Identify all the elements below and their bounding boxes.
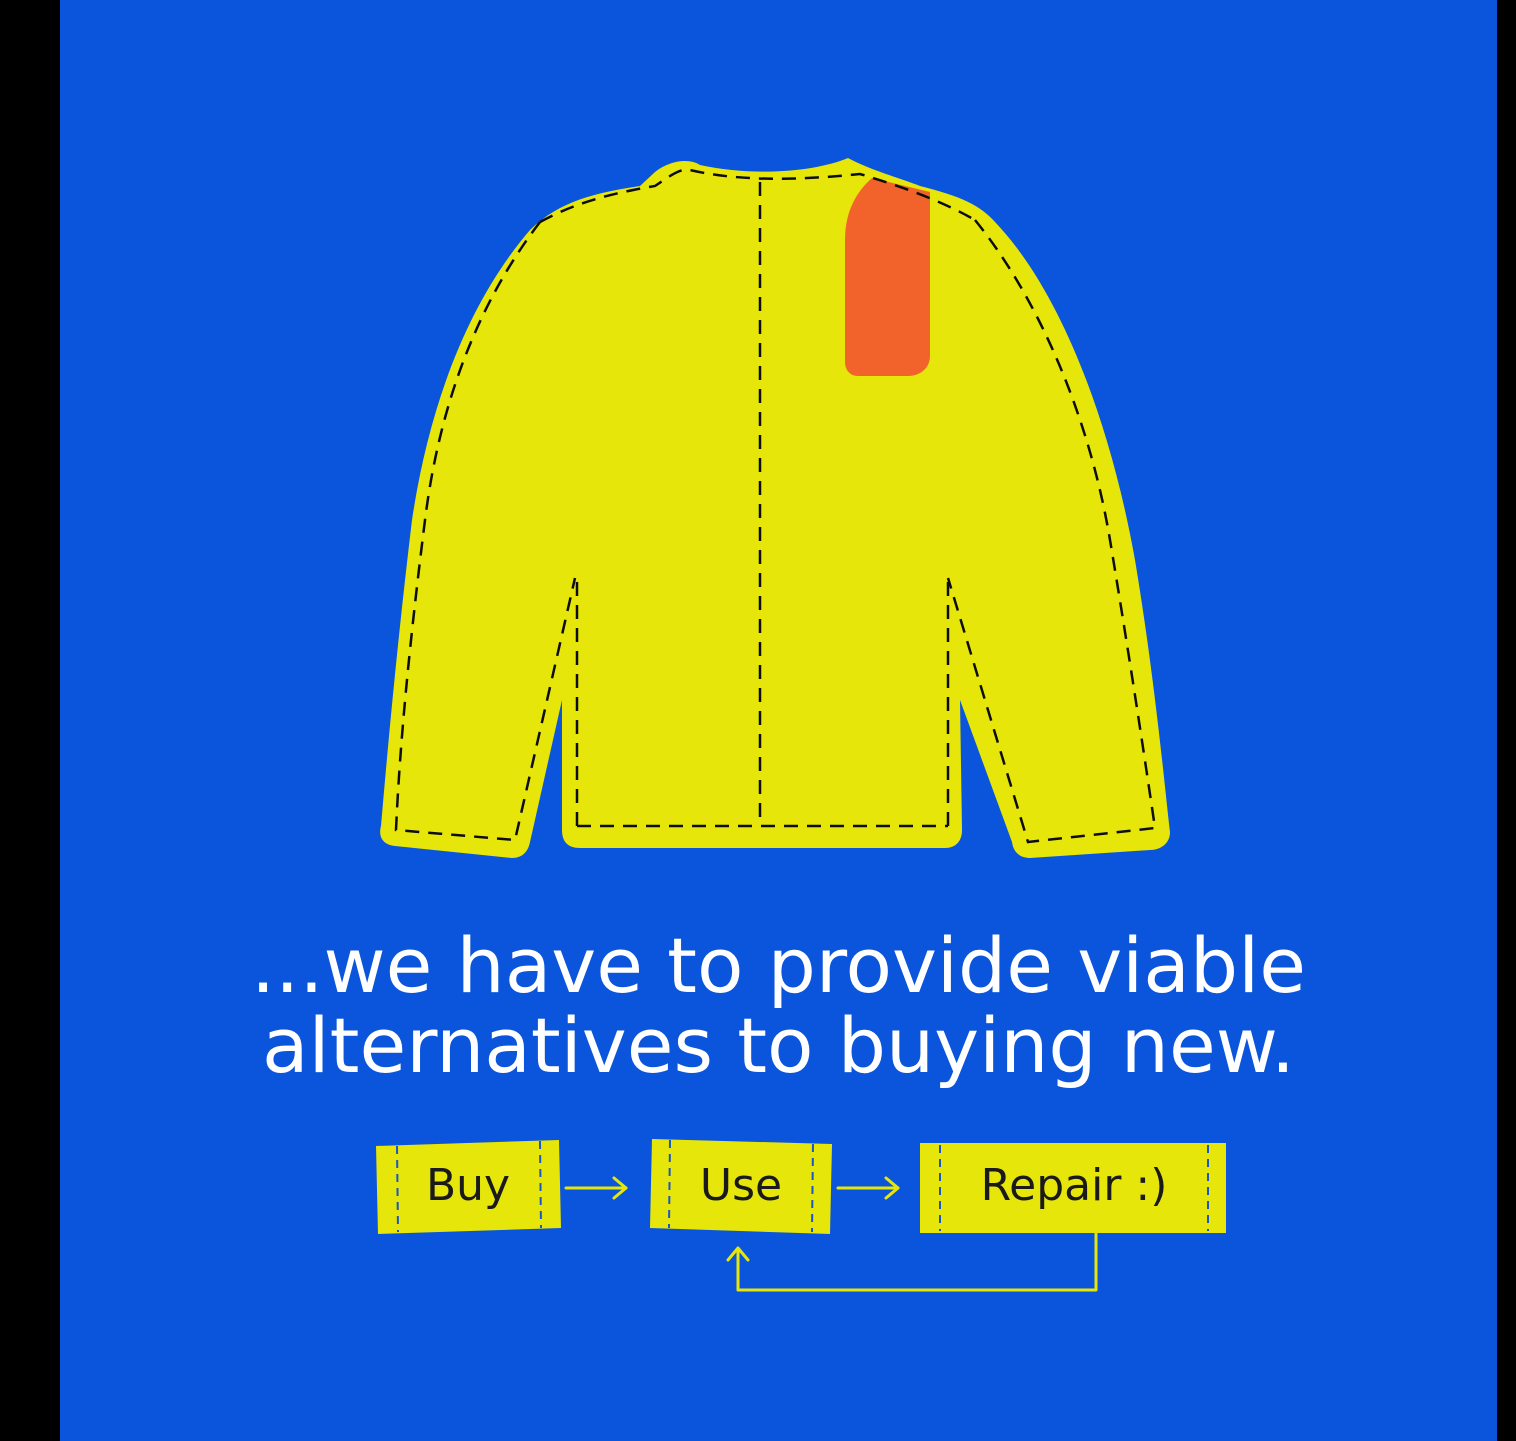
loop-back-arrow-icon: [726, 1232, 1098, 1292]
sweater-with-patch-icon: [380, 158, 1170, 858]
right-arrow-icon: [564, 1176, 628, 1200]
sweater-body: [380, 158, 1170, 858]
page: Buy Use Repair :) ...we have to provide …: [0, 0, 1516, 1441]
flow-step-buy-label: Buy: [426, 1160, 510, 1211]
flow-step-repair-label: Repair :): [981, 1160, 1168, 1211]
headline-line-1: ...we have to provide viable: [251, 921, 1306, 1010]
flow-step-use-label: Use: [700, 1160, 782, 1211]
flow-diagram: Buy Use Repair :): [376, 1139, 1226, 1292]
right-arrow-icon: [836, 1176, 900, 1200]
headline-line-2: alternatives to buying new.: [261, 1001, 1296, 1090]
orange-patch: [845, 178, 930, 376]
sweater-illustration: Buy Use Repair :): [376, 158, 1226, 1292]
